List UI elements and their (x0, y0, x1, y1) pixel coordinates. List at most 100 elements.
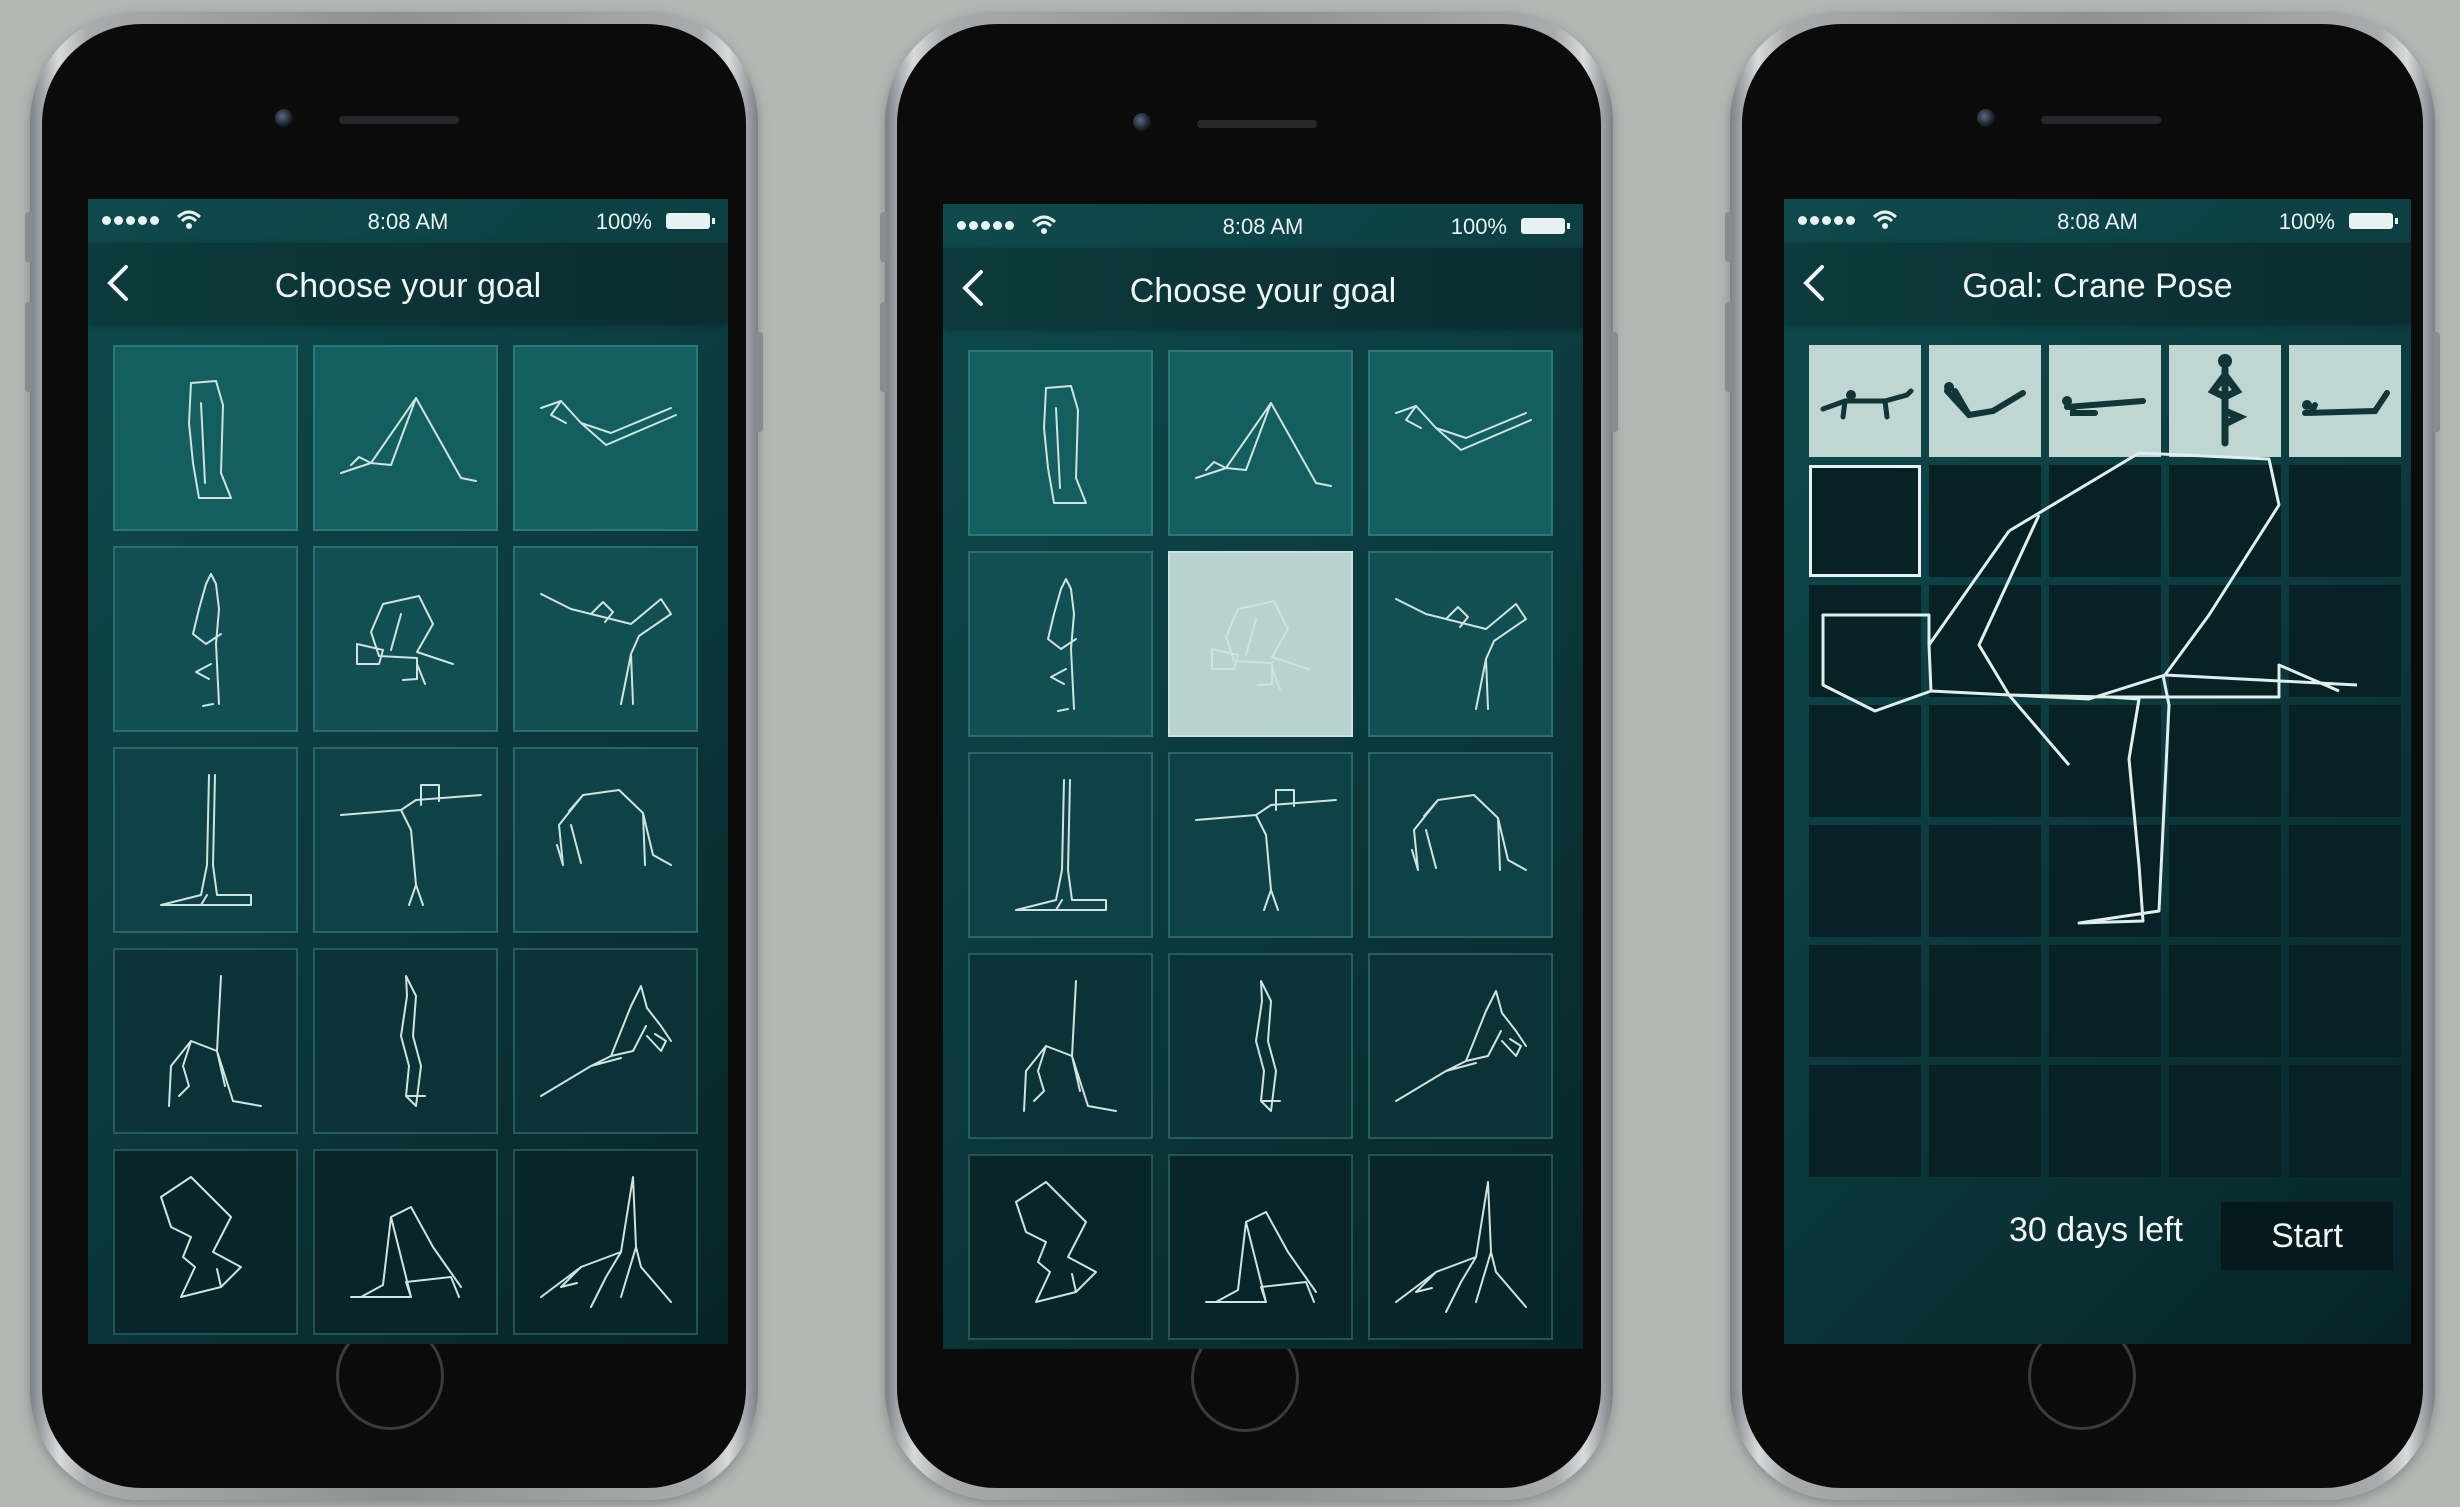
day-cell[interactable] (1929, 705, 2041, 817)
pose-tile[interactable] (1168, 953, 1353, 1139)
pose-tile[interactable] (113, 747, 298, 933)
pose-tile[interactable] (1368, 551, 1553, 737)
dancer-pose-icon (539, 593, 672, 705)
day-cell[interactable] (1929, 825, 2041, 937)
pose-tile[interactable] (313, 345, 498, 531)
day-cell[interactable] (2049, 945, 2161, 1057)
pose-tile[interactable] (1168, 1154, 1353, 1340)
day-cell[interactable] (2289, 1065, 2401, 1177)
day-cell[interactable] (1809, 945, 1921, 1057)
pose-tile[interactable] (1368, 752, 1553, 938)
day-cell[interactable] (2169, 825, 2281, 937)
pose-tile[interactable] (113, 1149, 298, 1335)
side-plank-icon (1394, 990, 1527, 1102)
pose-tile[interactable] (313, 1149, 498, 1335)
crane-pose-icon (355, 595, 454, 685)
boat-pose-icon (1394, 405, 1532, 451)
pose-tile[interactable] (313, 546, 498, 732)
one-leg-wheel-icon (167, 975, 262, 1107)
progress-grid (1809, 345, 2401, 1177)
day-thumb-tree-icon[interactable] (2169, 345, 2281, 457)
plow-pose-icon (1204, 1211, 1317, 1303)
pose-tile[interactable] (1168, 551, 1353, 737)
pose-tile[interactable] (968, 350, 1153, 536)
day-cell[interactable] (1809, 585, 1921, 697)
day-cell[interactable] (2169, 705, 2281, 817)
pose-tile[interactable] (313, 747, 498, 933)
crane-pose-icon (1210, 600, 1309, 690)
battery-icon (1521, 218, 1570, 234)
pose-tile[interactable] (968, 953, 1153, 1139)
dancer-pose-icon (1394, 598, 1527, 710)
pose-tile[interactable] (513, 948, 698, 1134)
front-camera-icon (1977, 109, 1995, 127)
day-cell[interactable] (1929, 1065, 2041, 1177)
day-thumb-low-plank-icon[interactable] (2049, 345, 2161, 457)
shoulder-stand-icon (159, 774, 252, 906)
day-cell[interactable] (2169, 585, 2281, 697)
page-title: Choose your goal (1129, 272, 1397, 310)
pose-tile[interactable] (313, 948, 498, 1134)
pose-tile[interactable] (1168, 752, 1353, 938)
pose-tile[interactable] (1368, 350, 1553, 536)
day-cell[interactable] (1929, 465, 2041, 577)
day-cell[interactable] (2289, 825, 2401, 937)
day-cell[interactable] (1929, 585, 2041, 697)
pose-tile[interactable] (113, 948, 298, 1134)
pose-tile[interactable] (1168, 350, 1353, 536)
day-cell[interactable] (1809, 1065, 1921, 1177)
battery-percent: 100% (2278, 209, 2335, 234)
side-plank-icon (539, 985, 672, 1097)
battery-icon (2349, 213, 2398, 229)
pose-tile[interactable] (968, 1154, 1153, 1340)
day-cell[interactable] (1809, 705, 1921, 817)
pose-tile[interactable] (968, 551, 1153, 737)
pose-tile[interactable] (1368, 1154, 1553, 1340)
day-thumb-boat-icon[interactable] (1929, 345, 2041, 457)
triangle-pose-icon (1394, 1181, 1527, 1313)
tree-pose-icon (191, 573, 222, 707)
pose-tile[interactable] (113, 345, 298, 531)
one-leg-wheel-icon (1022, 980, 1117, 1112)
pose-tile[interactable] (513, 747, 698, 933)
warrior-three-icon (339, 784, 482, 906)
navigation-bar: Goal: Crane Pose (1784, 243, 2411, 323)
day-cell[interactable] (2049, 825, 2161, 937)
shoulder-stand-icon (1014, 779, 1107, 911)
days-left-label: 30 days left (2009, 1211, 2183, 1249)
forward-fold-icon (187, 380, 232, 499)
day-cell[interactable] (2289, 585, 2401, 697)
day-cell[interactable] (1809, 465, 1921, 577)
pose-tile[interactable] (113, 546, 298, 732)
day-cell[interactable] (2289, 465, 2401, 577)
day-cell[interactable] (2049, 705, 2161, 817)
pose-tile[interactable] (513, 546, 698, 732)
day-cell[interactable] (2289, 705, 2401, 817)
day-cell[interactable] (2169, 1065, 2281, 1177)
pose-grid (113, 345, 698, 1335)
day-thumb-locust-icon[interactable] (2289, 345, 2401, 457)
pose-tile[interactable] (968, 752, 1153, 938)
pose-tile[interactable] (513, 1149, 698, 1335)
day-cell[interactable] (2049, 585, 2161, 697)
status-bar: 8:08 AM 100% (88, 199, 728, 243)
pose-grid (968, 350, 1553, 1340)
day-cell[interactable] (2289, 945, 2401, 1057)
battery-percent: 100% (1450, 214, 1507, 239)
day-cell[interactable] (2169, 945, 2281, 1057)
phone-2: 8:08 AM 100% Choose your goal (880, 12, 1618, 1500)
battery-icon (666, 213, 715, 229)
navigation-bar: Choose your goal (943, 248, 1583, 328)
day-cell[interactable] (2049, 1065, 2161, 1177)
headstand-icon (399, 975, 426, 1107)
scorpion-pose-icon (1014, 1181, 1097, 1303)
day-cell[interactable] (2049, 465, 2161, 577)
day-cell[interactable] (1809, 825, 1921, 937)
start-button[interactable]: Start (2221, 1202, 2393, 1270)
day-cell[interactable] (2169, 465, 2281, 577)
pose-tile[interactable] (1368, 953, 1553, 1139)
day-thumb-plank-icon[interactable] (1809, 345, 1921, 457)
day-cell[interactable] (1929, 945, 2041, 1057)
front-camera-icon (1133, 113, 1151, 131)
pose-tile[interactable] (513, 345, 698, 531)
